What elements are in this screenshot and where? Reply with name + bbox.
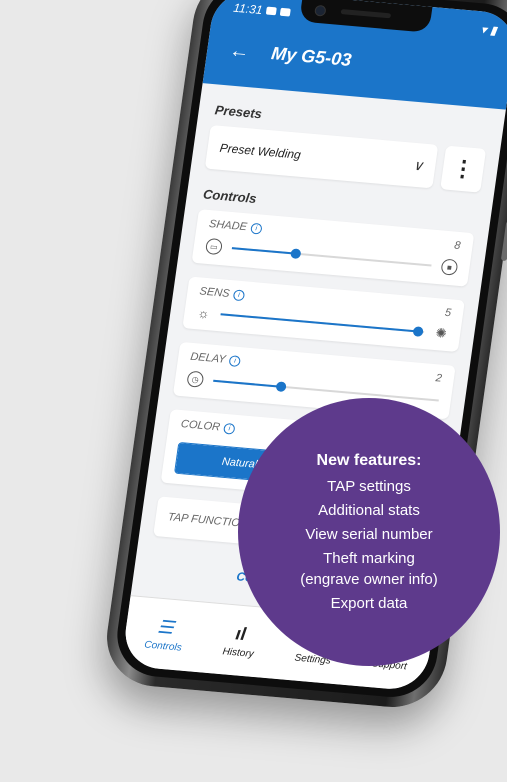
delay-slider-fill [213, 379, 282, 388]
page-title: My G5-03 [270, 43, 353, 70]
bubble-title: New features: [316, 451, 422, 469]
back-arrow-icon[interactable]: ← [228, 39, 251, 63]
timer-icon: ◷ [186, 370, 205, 388]
kebab-menu-icon[interactable]: ⋮ [440, 145, 487, 193]
notification-icon [279, 7, 291, 17]
status-time: 11:31 [232, 0, 264, 18]
camera-icon [314, 4, 327, 17]
feature-item: Additional stats [318, 501, 420, 519]
feature-item: (engrave owner info) [300, 570, 438, 588]
preset-select[interactable]: Preset Welding ∨ [204, 124, 439, 189]
color-label: COLOR [180, 418, 221, 434]
info-icon[interactable]: i [232, 288, 246, 301]
battery-icon: ▾ ▮ [479, 22, 498, 38]
feature-item: Export data [330, 594, 408, 612]
info-icon[interactable]: i [250, 222, 263, 235]
notification-icon [265, 6, 278, 16]
delay-slider[interactable] [213, 379, 439, 402]
shade-slider-handle[interactable] [290, 248, 302, 260]
shade-slider-fill [231, 247, 296, 255]
feature-item: TAP settings [327, 477, 411, 495]
sens-slider-handle[interactable] [412, 326, 424, 337]
tap-function-label: TAP FUNCTION [167, 511, 249, 531]
feature-item: Theft marking [323, 549, 415, 567]
preset-select-value: Preset Welding [218, 140, 302, 162]
sens-slider-fill [220, 313, 419, 333]
shade-value: 8 [453, 239, 462, 252]
delay-label: DELAY [189, 350, 227, 366]
info-icon[interactable]: i [228, 354, 242, 367]
stage: 11:31 ▾ ▮ ← My G5-03 Presets Preset Weld… [0, 0, 507, 782]
sens-card: SENS i 5 ☼ ✺ [182, 276, 465, 353]
shade-slider[interactable] [231, 247, 432, 267]
nav-controls[interactable]: ☰ Controls [144, 615, 186, 653]
delay-slider-handle[interactable] [275, 381, 287, 393]
shade-dark-icon: ■ [440, 258, 459, 276]
delay-value: 2 [434, 372, 443, 385]
shade-light-icon: ▭ [204, 237, 224, 256]
sliders-icon: ☰ [156, 616, 176, 638]
bar-chart-icon: ıl [234, 622, 248, 644]
sun-low-icon: ☼ [196, 304, 211, 321]
info-icon[interactable]: i [223, 422, 236, 435]
shade-label: SHADE [208, 218, 248, 234]
feature-item: View serial number [305, 525, 433, 543]
nav-history[interactable]: ıl History [222, 622, 258, 659]
sens-value: 5 [444, 306, 452, 320]
speaker-grille [340, 9, 392, 19]
sens-label: SENS [198, 285, 231, 300]
nav-controls-label: Controls [143, 638, 183, 654]
nav-history-label: History [221, 645, 255, 660]
sens-slider[interactable] [220, 313, 425, 337]
chevron-down-icon: ∨ [412, 156, 425, 174]
sun-high-icon: ✺ [434, 325, 448, 341]
new-features-bubble: New features: TAP settings Additional st… [238, 398, 500, 666]
